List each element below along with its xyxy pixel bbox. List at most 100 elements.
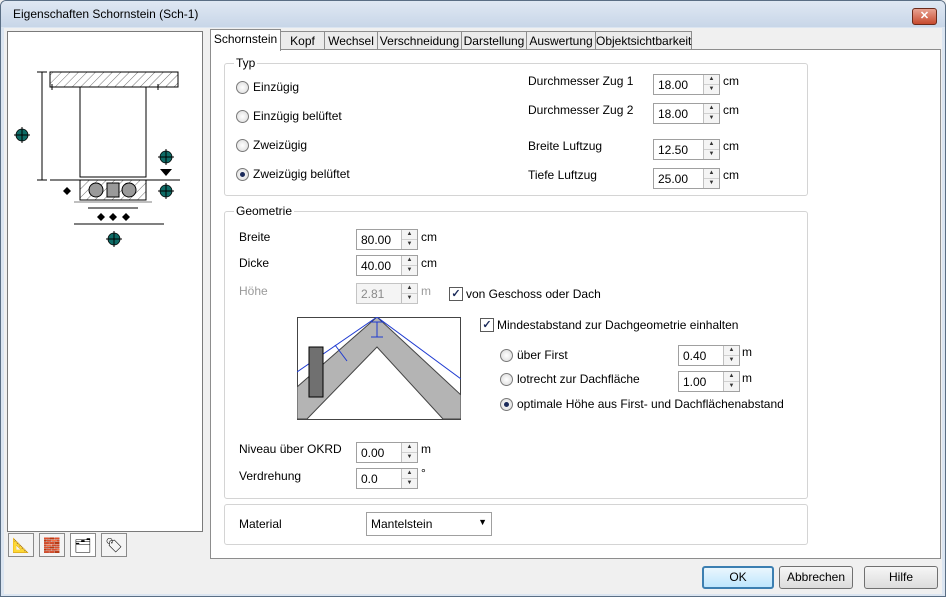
- hoehe-label: Höhe: [239, 284, 268, 298]
- tiefe-luftzug-label: Tiefe Luftzug: [528, 168, 597, 182]
- ok-button[interactable]: OK: [702, 566, 774, 589]
- typ-group: Typ Einzügig Einzügig belüftet Zweizügig…: [224, 56, 808, 196]
- mindestabstand-checkbox[interactable]: ✓: [480, 318, 494, 332]
- tiefe-luftzug-field[interactable]: 25.00 ▲ ▼: [653, 168, 720, 189]
- material-icon[interactable]: 🧱: [39, 533, 65, 557]
- dicke-value: 40.00: [361, 259, 392, 273]
- measure-icon[interactable]: 📐: [8, 533, 34, 557]
- unit-label: cm: [421, 256, 437, 270]
- geometrie-group-title: Geometrie: [234, 204, 295, 218]
- unit-label: m: [421, 442, 431, 456]
- lotrecht-field[interactable]: 1.00 ▲ ▼: [678, 371, 740, 392]
- unit-label: cm: [723, 139, 739, 153]
- material-dropdown[interactable]: Mantelstein ▼: [366, 512, 492, 536]
- chimney-preview-drawing: [14, 71, 180, 247]
- ueber-first-value: 0.40: [683, 349, 707, 363]
- material-value: Mantelstein: [371, 517, 433, 531]
- help-button[interactable]: Hilfe: [864, 566, 938, 589]
- unit-label: m: [421, 284, 431, 298]
- von-geschoss-checkbox[interactable]: ✓: [449, 287, 463, 301]
- tab-panel-schornstein: Typ Einzügig Einzügig belüftet Zweizügig…: [210, 49, 941, 559]
- spin-arrows[interactable]: ▲ ▼: [401, 230, 417, 249]
- verdrehung-field[interactable]: 0.0 ▲ ▼: [356, 468, 418, 489]
- verdrehung-label: Verdrehung: [239, 469, 302, 483]
- mindestabstand-label: Mindestabstand zur Dachgeometrie einhalt…: [497, 318, 739, 332]
- spin-arrows[interactable]: ▲ ▼: [401, 469, 417, 488]
- breite-luftzug-value: 12.50: [658, 143, 689, 157]
- durchmesser-zug-1-field[interactable]: 18.00 ▲ ▼: [653, 74, 720, 95]
- tab-objektsichtbarkeit[interactable]: Objektsichtbarkeit: [595, 31, 692, 50]
- unit-label: °: [421, 466, 426, 480]
- spin-arrows[interactable]: ▲ ▼: [401, 443, 417, 462]
- tab-wechsel[interactable]: Wechsel: [324, 31, 378, 50]
- radio-lotrecht[interactable]: [500, 373, 513, 386]
- spin-arrows[interactable]: ▲ ▼: [401, 256, 417, 275]
- window-title: Eigenschaften Schornstein (Sch-1): [13, 7, 199, 21]
- tab-kopf[interactable]: Kopf: [280, 31, 325, 50]
- radio-zweizuegig[interactable]: [236, 139, 249, 152]
- breite-luftzug-label: Breite Luftzug: [528, 139, 603, 153]
- radio-einzuegig-belueftet-label: Einzügig belüftet: [253, 109, 342, 123]
- tab-auswertung[interactable]: Auswertung: [526, 31, 596, 50]
- spin-arrows[interactable]: ▲ ▼: [703, 169, 719, 188]
- close-button[interactable]: ✕: [912, 8, 937, 25]
- lotrecht-label: lotrecht zur Dachfläche: [517, 372, 640, 386]
- radio-optimale-hoehe[interactable]: [500, 398, 513, 411]
- roof-distance-diagram: [297, 317, 461, 420]
- preview-pane: [7, 31, 203, 532]
- tab-darstellung[interactable]: Darstellung: [461, 31, 527, 50]
- spin-arrows: ▲ ▼: [401, 284, 417, 303]
- unit-label: cm: [723, 74, 739, 88]
- material-group: Material Mantelstein ▼: [224, 504, 808, 545]
- radio-zweizuegig-label: Zweizügig: [253, 138, 308, 152]
- tiefe-luftzug-value: 25.00: [658, 172, 689, 186]
- typ-group-title: Typ: [234, 56, 258, 70]
- breite-field[interactable]: 80.00 ▲ ▼: [356, 229, 418, 250]
- unit-label: cm: [723, 168, 739, 182]
- chevron-down-icon: ▼: [478, 517, 487, 527]
- niveau-value: 0.00: [361, 446, 385, 460]
- radio-zweizuegig-belueftet[interactable]: [236, 168, 249, 181]
- durchmesser-zug-2-label: Durchmesser Zug 2: [528, 103, 634, 117]
- radio-einzuegig-label: Einzügig: [253, 80, 300, 94]
- breite-luftzug-field[interactable]: 12.50 ▲ ▼: [653, 139, 720, 160]
- layer-icon[interactable]: 🗂: [70, 533, 96, 557]
- geometrie-group: Geometrie Breite 80.00 ▲ ▼ cm Dicke 40.00…: [224, 204, 808, 499]
- breite-label: Breite: [239, 230, 271, 244]
- tab-schornstein[interactable]: Schornstein: [210, 29, 281, 51]
- preview-toolbar: 📐 🧱 🗂 🏷: [6, 533, 134, 557]
- niveau-label: Niveau über OKRD: [239, 442, 342, 456]
- hoehe-value: 2.81: [361, 287, 385, 301]
- spin-arrows[interactable]: ▲ ▼: [703, 104, 719, 123]
- von-geschoss-label: von Geschoss oder Dach: [466, 287, 601, 301]
- radio-ueber-first[interactable]: [500, 349, 513, 362]
- durchmesser-zug-1-label: Durchmesser Zug 1: [528, 74, 634, 88]
- dicke-label: Dicke: [239, 256, 270, 270]
- durchmesser-zug-1-value: 18.00: [658, 78, 689, 92]
- verdrehung-value: 0.0: [361, 472, 378, 486]
- cancel-button[interactable]: Abbrechen: [779, 566, 853, 589]
- lotrecht-value: 1.00: [683, 375, 707, 389]
- spin-arrows[interactable]: ▲ ▼: [723, 346, 739, 365]
- unit-label: cm: [723, 103, 739, 117]
- ueber-first-field[interactable]: 0.40 ▲ ▼: [678, 345, 740, 366]
- label-icon[interactable]: 🏷: [101, 533, 127, 557]
- radio-einzuegig-belueftet[interactable]: [236, 110, 249, 123]
- niveau-field[interactable]: 0.00 ▲ ▼: [356, 442, 418, 463]
- tab-verschneidung[interactable]: Verschneidung: [377, 31, 462, 50]
- ueber-first-label: über First: [517, 348, 568, 362]
- spin-arrows[interactable]: ▲ ▼: [723, 372, 739, 391]
- material-label: Material: [239, 517, 282, 531]
- breite-value: 80.00: [361, 233, 392, 247]
- unit-label: cm: [421, 230, 437, 244]
- spin-arrows[interactable]: ▲ ▼: [703, 75, 719, 94]
- title-bar: Eigenschaften Schornstein (Sch-1) ✕: [1, 1, 945, 27]
- durchmesser-zug-2-field[interactable]: 18.00 ▲ ▼: [653, 103, 720, 124]
- dialog-body: 📐 🧱 🗂 🏷 Schornstein Kopf Wechsel Verschn…: [4, 28, 942, 594]
- dialog-window: Eigenschaften Schornstein (Sch-1) ✕ 📐 🧱 …: [0, 0, 946, 597]
- dicke-field[interactable]: 40.00 ▲ ▼: [356, 255, 418, 276]
- hoehe-field: 2.81 ▲ ▼: [356, 283, 418, 304]
- durchmesser-zug-2-value: 18.00: [658, 107, 689, 121]
- radio-einzuegig[interactable]: [236, 81, 249, 94]
- spin-arrows[interactable]: ▲ ▼: [703, 140, 719, 159]
